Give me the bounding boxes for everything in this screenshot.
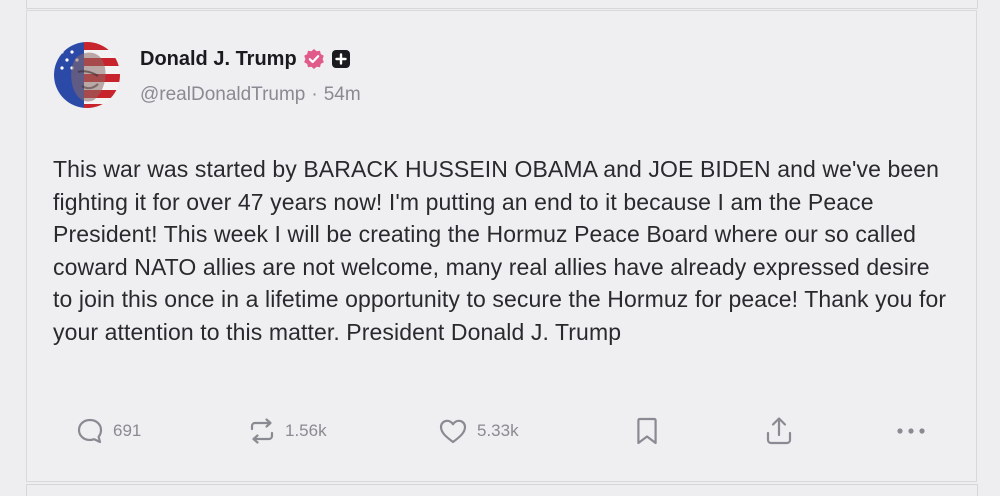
- bookmark-icon: [633, 415, 661, 447]
- plus-badge-icon[interactable]: [331, 49, 351, 69]
- bookmark-button[interactable]: [633, 411, 661, 451]
- page: Donald J. Trump @realDonaldTrump · 54m T…: [0, 0, 1000, 496]
- author-name-row: Donald J. Trump: [140, 46, 351, 72]
- more-button[interactable]: [895, 411, 927, 451]
- author-meta-row: @realDonaldTrump · 54m: [140, 84, 361, 106]
- post-body: This war was started by BARACK HUSSEIN O…: [53, 156, 947, 345]
- share-button[interactable]: [763, 411, 795, 451]
- like-button[interactable]: 5.33k: [437, 411, 519, 451]
- author-handle[interactable]: @realDonaldTrump: [140, 84, 305, 106]
- heart-icon: [437, 416, 469, 446]
- meta-separator: ·: [311, 84, 318, 105]
- reply-icon: [75, 416, 105, 446]
- share-icon: [763, 415, 795, 447]
- avatar[interactable]: [54, 42, 120, 108]
- reply-count: 691: [113, 421, 142, 440]
- repost-icon: [247, 416, 277, 446]
- like-count: 5.33k: [477, 421, 519, 440]
- post-timestamp[interactable]: 54m: [324, 84, 361, 106]
- post-actions-bar: 691 1.56k 5.33k: [27, 411, 976, 451]
- author-display-name[interactable]: Donald J. Trump: [140, 48, 297, 71]
- flag-portrait-avatar-icon: [54, 42, 120, 108]
- repost-button[interactable]: 1.56k: [247, 411, 327, 451]
- post-card: Donald J. Trump @realDonaldTrump · 54m T…: [26, 10, 977, 482]
- repost-count: 1.56k: [285, 421, 327, 440]
- verified-badge-icon: [303, 48, 325, 70]
- reply-button[interactable]: 691: [75, 411, 141, 451]
- previous-post-edge: [26, 0, 978, 9]
- next-post-edge: [26, 484, 978, 496]
- more-icon: [895, 425, 927, 437]
